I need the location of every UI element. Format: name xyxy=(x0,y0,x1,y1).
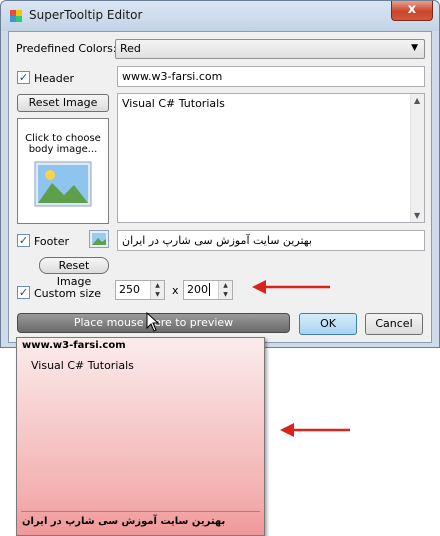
red-arrow-tooltip-annotation xyxy=(280,423,350,437)
cancel-button[interactable]: Cancel xyxy=(365,313,423,335)
header-text-value: www.w3-farsi.com xyxy=(122,70,223,83)
body-text-scrollbar[interactable]: ▲ ▼ xyxy=(410,94,424,222)
header-label: Header xyxy=(34,72,75,85)
red-arrow-size-annotation xyxy=(252,280,330,294)
size-separator: x xyxy=(172,284,179,297)
title-bar[interactable]: SuperTooltip Editor x xyxy=(1,1,439,31)
editor-window: SuperTooltip Editor x Predefined Colors:… xyxy=(0,0,440,348)
height-up-icon[interactable]: ▲ xyxy=(219,281,232,290)
predefined-colors-value: Red xyxy=(120,42,141,55)
tooltip-body: Visual C# Tutorials xyxy=(31,359,134,372)
height-down-icon[interactable]: ▼ xyxy=(219,290,232,299)
tooltip-header: www.w3-farsi.com xyxy=(22,340,126,351)
predefined-colors-label: Predefined Colors: xyxy=(16,42,117,55)
reset-footer-image-button[interactable]: Reset Image xyxy=(39,257,109,288)
height-value: 200 xyxy=(187,283,208,296)
scroll-down-icon[interactable]: ▼ xyxy=(414,211,420,220)
body-image-hint: Click to choose body image... xyxy=(25,133,101,155)
picture-icon xyxy=(34,161,92,207)
width-up-icon[interactable]: ▲ xyxy=(151,281,164,290)
footer-image-icon[interactable] xyxy=(89,230,109,248)
footer-checkbox[interactable]: ✓ xyxy=(17,234,30,247)
reset-body-image-button[interactable]: Reset Image xyxy=(17,94,109,112)
width-down-icon[interactable]: ▼ xyxy=(151,290,164,299)
close-icon: x xyxy=(407,2,417,17)
footer-label: Footer xyxy=(34,235,69,248)
tooltip-separator xyxy=(21,511,260,512)
chevron-down-icon: ▼ xyxy=(411,43,418,53)
body-text-area[interactable]: Visual C# Tutorials ▲ ▼ xyxy=(117,93,425,223)
height-spinner[interactable]: 200 ▲ ▼ xyxy=(183,280,233,300)
custom-size-label: Custom size xyxy=(34,287,101,300)
close-button[interactable]: x xyxy=(391,1,433,21)
ok-button[interactable]: OK xyxy=(299,313,357,335)
width-spinner[interactable]: 250 ▲ ▼ xyxy=(115,280,165,300)
footer-text-value: بهترین سایت آموزش سی شارپ در ایران xyxy=(122,234,312,247)
header-checkbox[interactable]: ✓ xyxy=(17,71,30,84)
scroll-up-icon[interactable]: ▲ xyxy=(414,96,420,105)
predefined-colors-dropdown[interactable]: Red ▼ xyxy=(115,39,425,59)
footer-text-input[interactable]: بهترین سایت آموزش سی شارپ در ایران xyxy=(117,230,425,251)
window-title: SuperTooltip Editor xyxy=(29,8,143,22)
header-text-input[interactable]: www.w3-farsi.com xyxy=(117,66,425,87)
body-image-picker[interactable]: Click to choose body image... xyxy=(17,118,109,224)
super-tooltip-preview: www.w3-farsi.com Visual C# Tutorials بهت… xyxy=(16,337,265,536)
app-icon xyxy=(10,10,22,22)
custom-size-checkbox[interactable]: ✓ xyxy=(17,286,30,299)
dialog-client-area: Predefined Colors: Red ▼ ✓ Header www.w3… xyxy=(8,31,432,343)
width-value: 250 xyxy=(119,283,140,296)
mouse-cursor-icon xyxy=(146,312,160,332)
tooltip-footer: بهترین سایت آموزش سی شارپ در ایران xyxy=(22,516,226,527)
body-text-value: Visual C# Tutorials xyxy=(122,97,225,110)
